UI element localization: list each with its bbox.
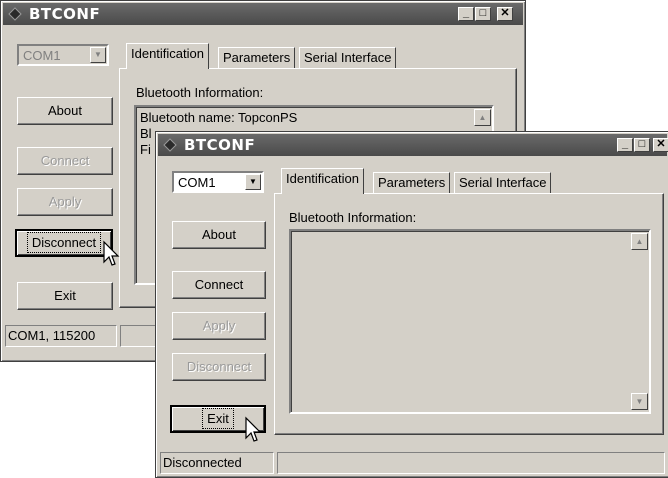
status-connection: Disconnected	[160, 452, 274, 474]
port-combo-value: COM1	[23, 48, 61, 63]
front-window: BTCONF _ □ ✕ COM1 ▼ About Connect Apply …	[155, 131, 668, 478]
exit-button[interactable]: Exit	[17, 282, 113, 310]
status-secondary	[277, 452, 665, 474]
maximize-button[interactable]: □	[634, 138, 650, 152]
port-combo-value: COM1	[178, 175, 216, 190]
connect-button[interactable]: Connect	[172, 271, 266, 299]
minimize-button[interactable]: _	[458, 7, 474, 21]
back-title-bar[interactable]: BTCONF _ □ ✕	[3, 3, 523, 25]
close-button[interactable]: ✕	[497, 7, 513, 21]
tab-identification[interactable]: Identification	[281, 168, 364, 194]
chevron-down-icon[interactable]: ▼	[245, 174, 261, 190]
port-combo[interactable]: COM1 ▼	[172, 171, 264, 193]
tab-identification[interactable]: Identification	[126, 43, 209, 69]
maximize-button[interactable]: □	[475, 7, 491, 21]
minimize-button[interactable]: _	[617, 138, 633, 152]
info-line: Fi	[140, 142, 151, 157]
mouse-cursor-icon	[103, 240, 120, 266]
window-title: BTCONF	[29, 5, 101, 23]
chevron-down-icon[interactable]: ▼	[90, 47, 106, 63]
tab-parameters[interactable]: Parameters	[218, 47, 296, 69]
tab-serial-interface[interactable]: Serial Interface	[454, 172, 552, 194]
front-title-bar[interactable]: BTCONF _ □ ✕	[158, 134, 668, 156]
window-title: BTCONF	[184, 136, 256, 154]
scroll-up-icon[interactable]: ▲	[631, 233, 648, 250]
scroll-down-icon[interactable]: ▼	[631, 393, 648, 410]
info-line: Bl	[140, 126, 152, 141]
about-button[interactable]: About	[172, 221, 266, 249]
info-line: Bluetooth name: TopconPS	[140, 110, 298, 125]
apply-button[interactable]: Apply	[172, 312, 266, 340]
app-icon	[8, 7, 22, 21]
bluetooth-info-list[interactable]: ▲ ▼	[289, 229, 651, 414]
disconnect-button[interactable]: Disconnect	[172, 353, 266, 381]
connect-button[interactable]: Connect	[17, 147, 113, 175]
bluetooth-info-label: Bluetooth Information:	[289, 210, 417, 225]
status-connection: COM1, 115200	[5, 325, 117, 347]
port-combo[interactable]: COM1 ▼	[17, 44, 109, 66]
disconnect-button[interactable]: Disconnect	[15, 229, 113, 257]
close-button[interactable]: ✕	[653, 138, 668, 152]
apply-button[interactable]: Apply	[17, 188, 113, 216]
tab-serial-interface[interactable]: Serial Interface	[299, 47, 397, 69]
about-button[interactable]: About	[17, 97, 113, 125]
mouse-cursor-icon	[245, 416, 262, 442]
scroll-up-icon[interactable]: ▲	[474, 109, 491, 126]
app-icon	[163, 138, 177, 152]
bluetooth-info-label: Bluetooth Information:	[136, 85, 264, 100]
tab-parameters[interactable]: Parameters	[373, 172, 451, 194]
